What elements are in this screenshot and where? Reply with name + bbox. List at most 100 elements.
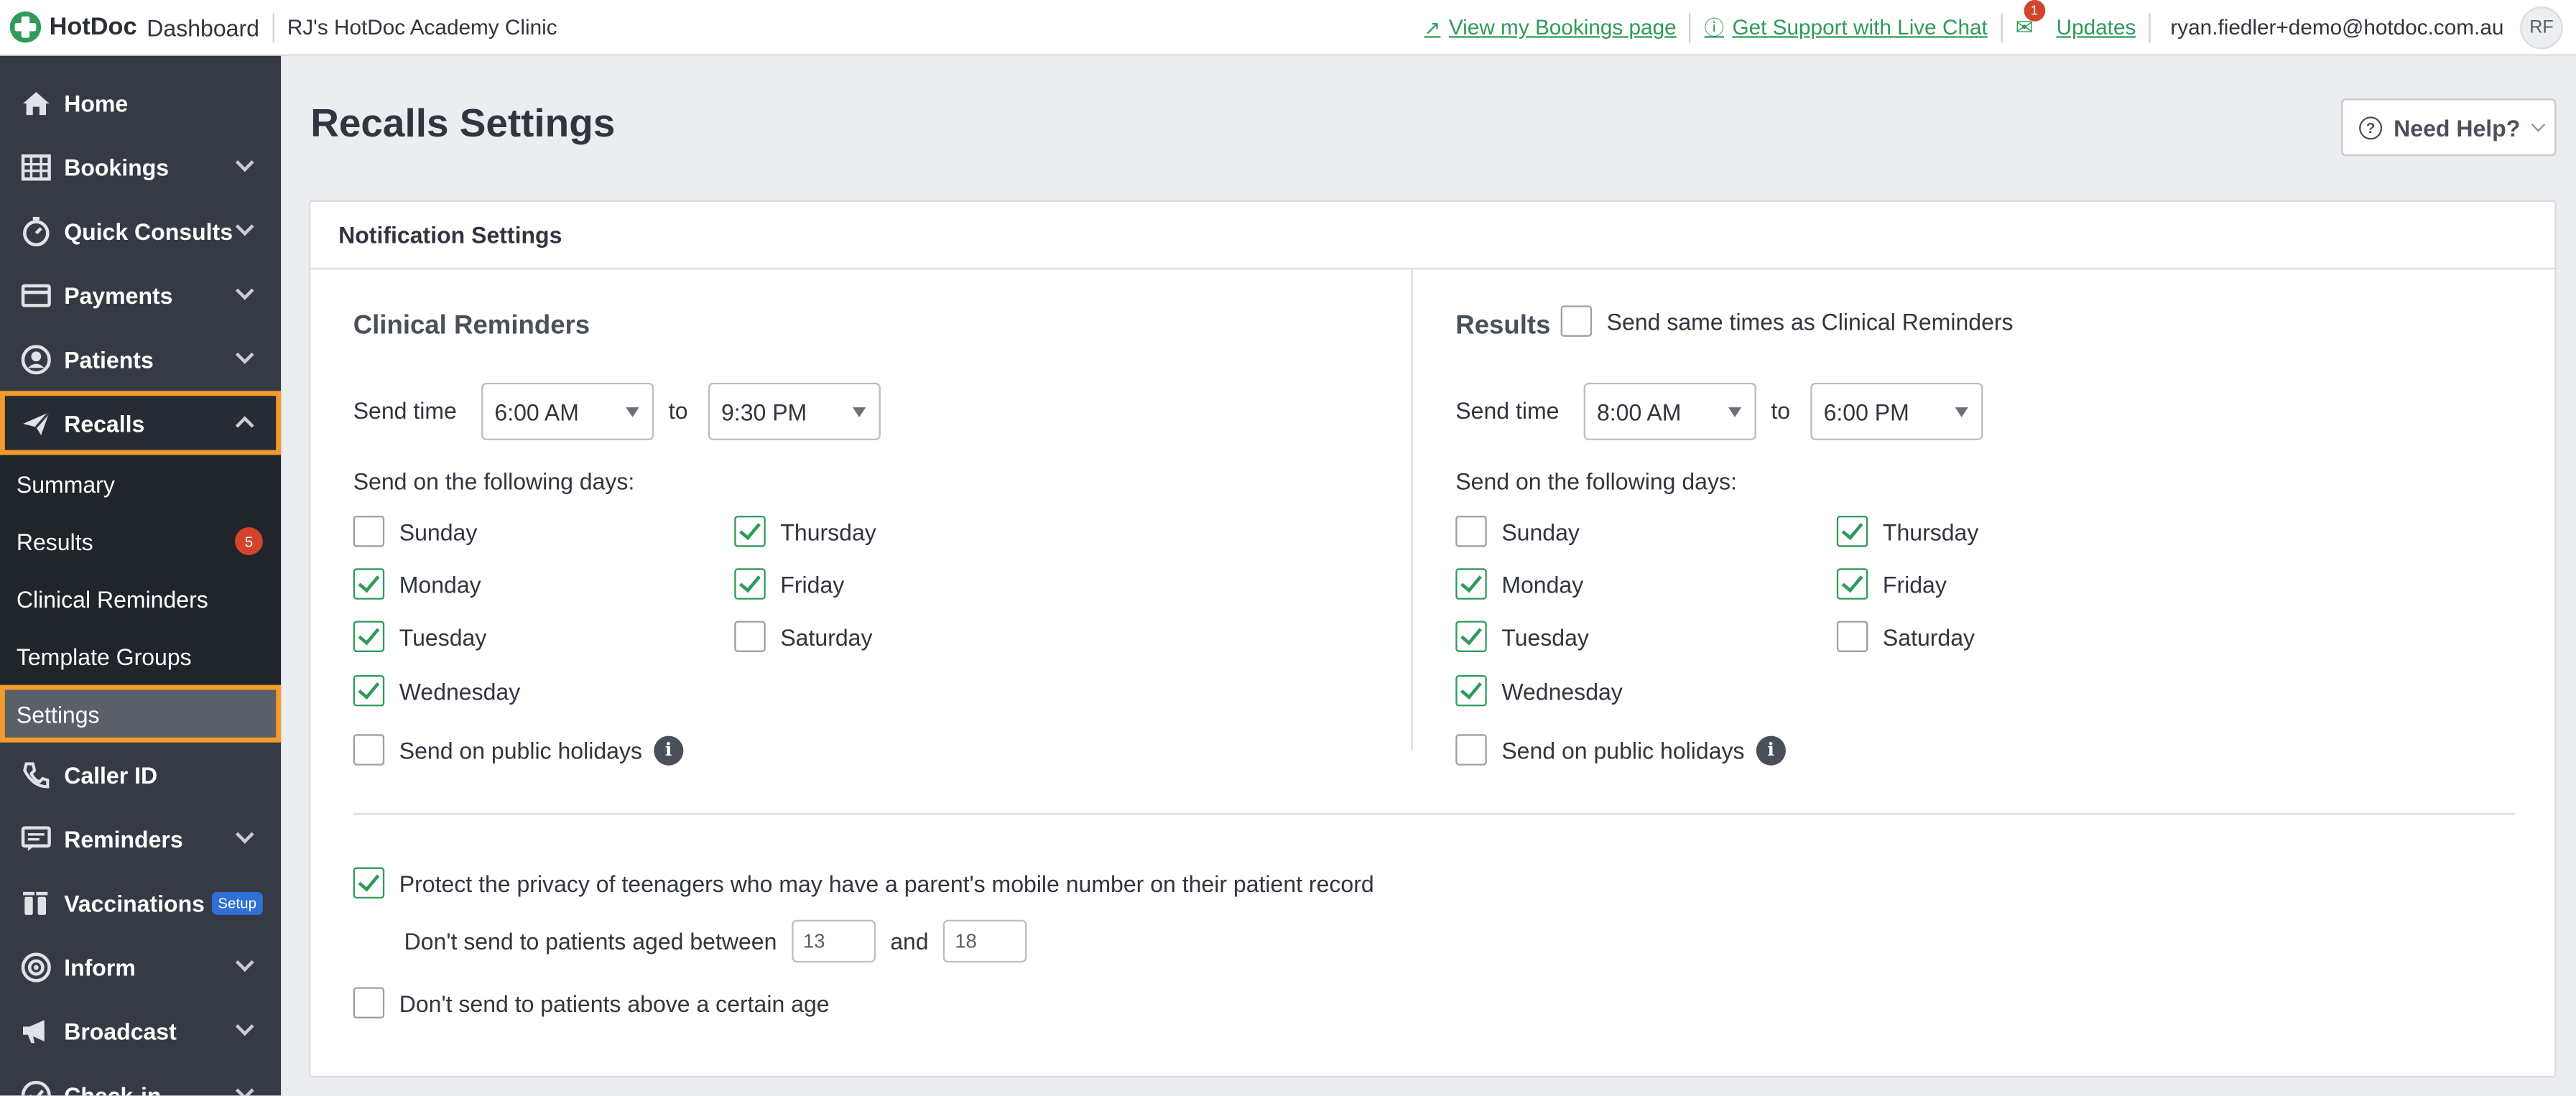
checkbox-label: Friday bbox=[1882, 570, 1947, 598]
sidebar-item-recalls[interactable]: Recalls bbox=[0, 391, 282, 455]
sidebar-subitem-summary[interactable]: Summary bbox=[0, 455, 282, 513]
sidebar-item-home[interactable]: Home bbox=[0, 70, 281, 134]
sidebar-item-bookings[interactable]: Bookings bbox=[0, 135, 281, 199]
results-day-monday[interactable]: Monday bbox=[1455, 568, 1584, 600]
need-help-button[interactable]: ? Need Help? bbox=[2340, 98, 2557, 157]
same-times-toggle[interactable]: Send same times as Clinical Reminders bbox=[1560, 305, 2014, 337]
external-link-icon: ↗ bbox=[1424, 15, 1441, 39]
sidebar-item-patients[interactable]: Patients bbox=[0, 327, 281, 391]
checkbox[interactable] bbox=[734, 621, 766, 652]
clinical-day-friday[interactable]: Friday bbox=[734, 568, 844, 600]
protect-teen-privacy[interactable]: Protect the privacy of teenagers who may… bbox=[353, 867, 1374, 898]
chevron-down-icon bbox=[235, 1017, 254, 1036]
checkbox-checked[interactable] bbox=[1455, 674, 1487, 707]
sidebar-item-reminders[interactable]: Reminders bbox=[0, 807, 281, 870]
above-age-toggle[interactable]: Don't send to patients above a certain a… bbox=[353, 987, 830, 1018]
checkbox[interactable] bbox=[1560, 305, 1593, 337]
mail-icon[interactable]: ✉ 1 bbox=[2016, 0, 2045, 40]
hotdoc-logo[interactable]: HotDoc Dashboard bbox=[9, 11, 259, 43]
sidebar-item-check-in[interactable]: Check-in bbox=[0, 1063, 281, 1096]
age-min-input[interactable]: 13 bbox=[791, 919, 876, 963]
checkbox-label: Saturday bbox=[780, 623, 873, 650]
checkbox-checked[interactable] bbox=[353, 674, 385, 707]
checkbox[interactable] bbox=[353, 734, 385, 766]
checkbox-checked[interactable] bbox=[734, 568, 766, 600]
clinical-day-thursday[interactable]: Thursday bbox=[734, 516, 876, 547]
results-send-from-select[interactable]: 8:00 AM bbox=[1583, 382, 1756, 440]
results-day-saturday[interactable]: Saturday bbox=[1836, 621, 1975, 652]
sidebar-subitem-results[interactable]: Results 5 bbox=[0, 512, 282, 570]
clinical-send-to-select[interactable]: 9:30 PM bbox=[708, 382, 881, 440]
checkbox-checked[interactable] bbox=[353, 568, 385, 600]
results-day-thursday[interactable]: Thursday bbox=[1836, 516, 1978, 547]
notification-settings-card: Notification Settings Clinical Reminders… bbox=[308, 200, 2557, 1078]
checkbox-label: Monday bbox=[1501, 570, 1584, 598]
checkbox[interactable] bbox=[1836, 621, 1868, 652]
checkbox[interactable] bbox=[353, 516, 385, 547]
card-title: Notification Settings bbox=[310, 202, 2555, 270]
updates-link[interactable]: Updates bbox=[2057, 15, 2136, 40]
avatar[interactable]: RF bbox=[2520, 6, 2563, 49]
info-icon[interactable]: i bbox=[1756, 735, 1786, 765]
checkbox-checked[interactable] bbox=[353, 867, 385, 898]
sidebar-item-payments[interactable]: Payments bbox=[0, 263, 281, 327]
sidebar-item-label: Vaccinations bbox=[64, 889, 205, 916]
divider bbox=[2001, 12, 2003, 42]
sidebar-subitem-clinical-reminders[interactable]: Clinical Reminders bbox=[0, 570, 282, 628]
main-content: Recalls Settings ? Need Help? Notificati… bbox=[281, 56, 2576, 1096]
clinical-send-from-select[interactable]: 6:00 AM bbox=[481, 382, 654, 440]
sidebar-item-label: Broadcast bbox=[64, 1017, 177, 1044]
sidebar-item-vaccinations[interactable]: Vaccinations Setup bbox=[0, 870, 281, 934]
checkbox-checked[interactable] bbox=[1455, 568, 1487, 600]
results-send-to-select[interactable]: 6:00 PM bbox=[1810, 382, 1983, 440]
age-max-input[interactable]: 18 bbox=[943, 919, 1027, 963]
clinical-day-sunday[interactable]: Sunday bbox=[353, 516, 478, 547]
select-value: 8:00 AM bbox=[1596, 398, 1682, 425]
credit-card-icon bbox=[19, 279, 52, 312]
clinical-day-monday[interactable]: Monday bbox=[353, 568, 481, 600]
clinical-day-wednesday[interactable]: Wednesday bbox=[353, 674, 520, 707]
checkbox-checked[interactable] bbox=[734, 516, 766, 547]
sidebar-subitem-settings[interactable]: Settings bbox=[0, 684, 282, 743]
checkbox-label: Send same times as Clinical Reminders bbox=[1606, 307, 2014, 335]
sidebar-subitem-template-groups[interactable]: Template Groups bbox=[0, 627, 282, 685]
dropdown-arrow-icon bbox=[626, 407, 639, 417]
clinical-public-holidays[interactable]: Send on public holidays i bbox=[353, 734, 684, 766]
results-day-sunday[interactable]: Sunday bbox=[1455, 516, 1580, 547]
divider bbox=[2149, 12, 2151, 42]
view-bookings-link[interactable]: ↗ View my Bookings page bbox=[1424, 15, 1676, 40]
checkbox-label: Tuesday bbox=[1501, 623, 1589, 650]
user-email[interactable]: ryan.fiedler+demo@hotdoc.com.au bbox=[2170, 15, 2503, 40]
results-day-tuesday[interactable]: Tuesday bbox=[1455, 621, 1589, 652]
info-icon[interactable]: i bbox=[653, 735, 684, 765]
results-day-friday[interactable]: Friday bbox=[1836, 568, 1947, 600]
results-day-wednesday[interactable]: Wednesday bbox=[1455, 674, 1623, 707]
results-public-holidays[interactable]: Send on public holidays i bbox=[1455, 734, 1786, 766]
live-chat-link[interactable]: ⓘ Get Support with Live Chat bbox=[1705, 13, 1988, 41]
sidebar-item-caller-id[interactable]: Caller ID bbox=[0, 743, 281, 807]
checkbox[interactable] bbox=[1455, 734, 1487, 766]
checkbox-checked[interactable] bbox=[1455, 621, 1487, 652]
sidebar-item-inform[interactable]: Inform bbox=[0, 934, 281, 998]
divider bbox=[272, 12, 274, 42]
checkbox-checked[interactable] bbox=[353, 621, 385, 652]
checkbox[interactable] bbox=[353, 987, 385, 1018]
checkbox-checked[interactable] bbox=[1836, 516, 1868, 547]
calendar-grid-icon bbox=[19, 150, 52, 183]
top-bar: HotDoc Dashboard RJ's HotDoc Academy Cli… bbox=[0, 0, 2576, 56]
chevron-down-icon bbox=[235, 281, 254, 300]
results-count-badge: 5 bbox=[235, 527, 263, 556]
checkbox-checked[interactable] bbox=[1836, 568, 1868, 600]
checkbox[interactable] bbox=[1455, 516, 1487, 547]
checkbox-label: Tuesday bbox=[399, 623, 487, 650]
age-range-row: Don't send to patients aged between 13 a… bbox=[404, 919, 1027, 963]
clinical-day-saturday[interactable]: Saturday bbox=[734, 621, 873, 652]
checkbox-label: Sunday bbox=[399, 518, 478, 545]
clinical-day-tuesday[interactable]: Tuesday bbox=[353, 621, 487, 652]
sidebar-item-broadcast[interactable]: Broadcast bbox=[0, 998, 281, 1062]
stopwatch-icon bbox=[19, 214, 52, 247]
divider bbox=[1689, 12, 1692, 42]
sidebar-item-label: Caller ID bbox=[64, 761, 158, 788]
chevron-down-icon bbox=[2531, 118, 2546, 132]
sidebar-item-quick-consults[interactable]: Quick Consults bbox=[0, 199, 281, 263]
